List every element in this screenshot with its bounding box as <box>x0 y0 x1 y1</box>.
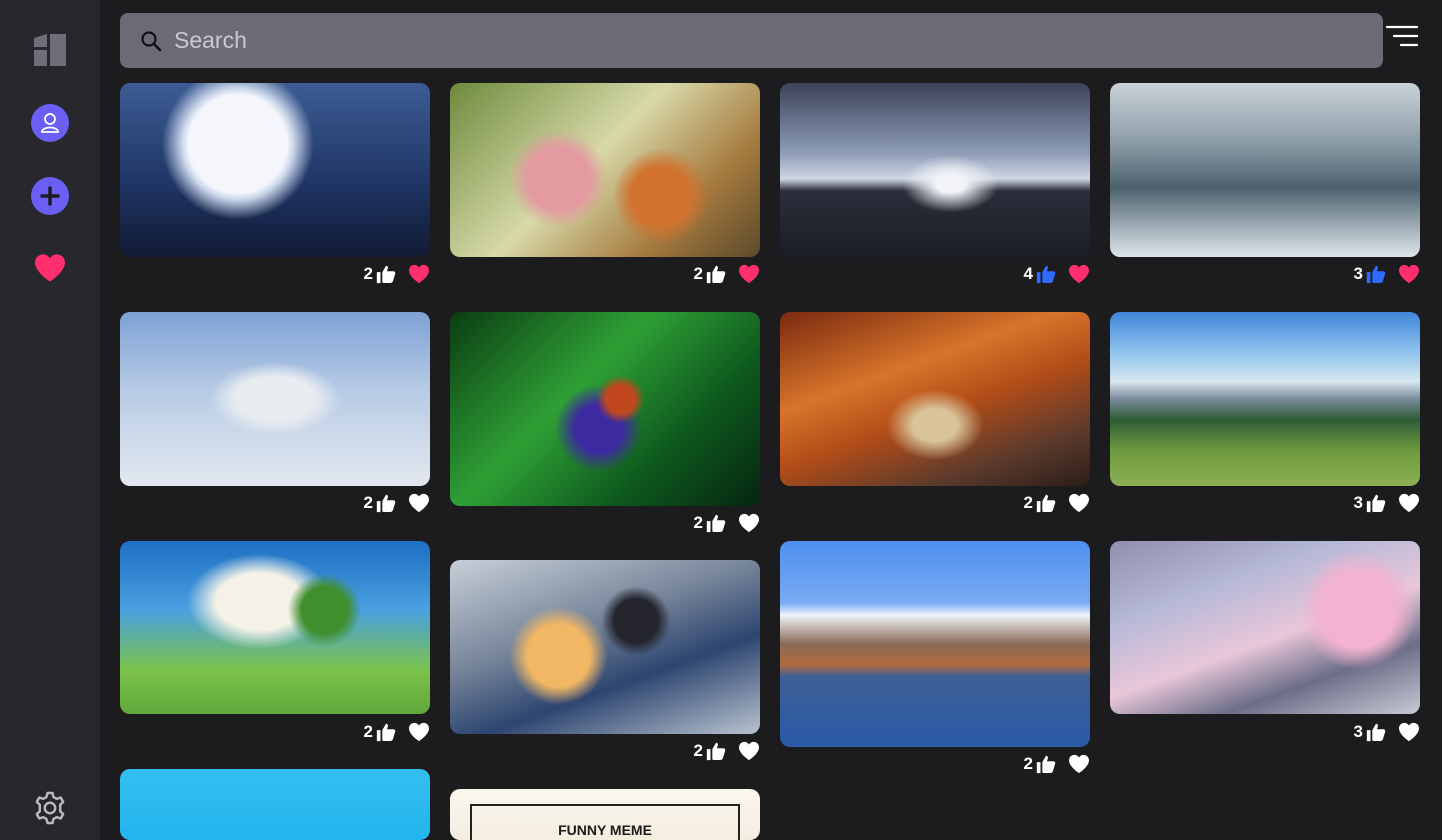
card-actions: 3 <box>1354 491 1420 515</box>
gallery-logo-icon[interactable] <box>31 31 69 69</box>
search-icon <box>140 29 164 53</box>
gallery-card: 3 <box>1110 541 1420 746</box>
like-count: 2 <box>693 513 703 532</box>
gallery-card <box>120 769 430 840</box>
gallery-card: 2 <box>120 83 430 288</box>
heart-icon[interactable] <box>1398 492 1420 514</box>
gallery-image-sketch-boy-sky[interactable] <box>120 312 430 486</box>
thumbs-up-icon[interactable] <box>1365 491 1389 515</box>
card-actions: 2 <box>364 720 430 744</box>
like-count: 4 <box>1023 264 1033 283</box>
thumbs-up-icon[interactable] <box>375 262 399 286</box>
card-actions: 2 <box>1024 491 1090 515</box>
gallery-image-anime-popsicles[interactable] <box>450 83 760 257</box>
card-actions: 2 <box>364 491 430 515</box>
gallery-image-blue-sky[interactable] <box>120 769 430 840</box>
gallery-card: 3 <box>1110 312 1420 517</box>
profile-button[interactable] <box>31 104 69 142</box>
thumbs-up-icon[interactable] <box>705 739 729 763</box>
gallery-image-green-meadow[interactable] <box>120 541 430 714</box>
like-count: 2 <box>363 493 373 512</box>
gallery-image-mountain-village[interactable] <box>1110 312 1420 486</box>
thumbs-up-icon[interactable] <box>1365 720 1389 744</box>
like-count: 2 <box>1023 493 1033 512</box>
gallery-card: 2 <box>450 560 760 765</box>
gallery-image-cherry-crossing[interactable] <box>1110 541 1420 714</box>
heart-icon[interactable] <box>1398 721 1420 743</box>
like-count: 2 <box>363 722 373 741</box>
sidebar <box>0 0 100 840</box>
card-actions: 2 <box>1024 752 1090 776</box>
card-actions: 2 <box>694 262 760 286</box>
card-actions: 4 <box>1024 262 1090 286</box>
plus-icon <box>40 186 60 206</box>
settings-button[interactable] <box>31 789 69 827</box>
thumbs-up-icon[interactable] <box>1035 262 1059 286</box>
thumbs-up-icon[interactable] <box>375 720 399 744</box>
heart-icon[interactable] <box>408 492 430 514</box>
gallery-card: 2 <box>450 83 760 288</box>
thumbs-up-icon[interactable] <box>705 262 729 286</box>
gallery-image-mount-fuji-lake[interactable] <box>780 541 1090 747</box>
like-count: 3 <box>1353 264 1363 283</box>
gallery-image-funny-meme[interactable]: FUNNY MEME <box>450 789 760 840</box>
thumbs-up-icon[interactable] <box>1035 752 1059 776</box>
gallery-image-jungle-bird[interactable] <box>450 312 760 506</box>
filter-menu-icon[interactable] <box>1385 25 1419 47</box>
thumbs-up-icon[interactable] <box>375 491 399 515</box>
gallery-image-autumn-road[interactable] <box>780 312 1090 486</box>
heart-icon[interactable] <box>1068 263 1090 285</box>
gallery-card: 4 <box>780 83 1090 288</box>
app-root: 2 2 4 3 2 2 2 3 2 2 2 3 FUNNY MEME <box>0 0 1442 840</box>
gallery-image-moon-silhouette[interactable] <box>120 83 430 257</box>
like-count: 3 <box>1353 722 1363 741</box>
gallery-card: FUNNY MEME <box>450 789 760 840</box>
heart-icon[interactable] <box>1068 753 1090 775</box>
gallery-card: 2 <box>450 312 760 537</box>
card-actions: 2 <box>694 511 760 535</box>
thumbs-up-icon[interactable] <box>705 511 729 535</box>
heart-icon <box>35 254 65 282</box>
thumbs-up-icon[interactable] <box>1365 262 1389 286</box>
gallery-image-winter-couple[interactable] <box>450 560 760 734</box>
thumbs-up-icon[interactable] <box>1035 491 1059 515</box>
gear-icon <box>35 791 65 825</box>
user-icon <box>41 113 59 133</box>
like-count: 2 <box>693 741 703 760</box>
meme-caption: FUNNY MEME <box>470 804 740 840</box>
gallery-card: 3 <box>1110 83 1420 288</box>
like-count: 2 <box>1023 754 1033 773</box>
favorites-button[interactable] <box>31 249 69 287</box>
heart-icon[interactable] <box>1068 492 1090 514</box>
heart-icon[interactable] <box>738 263 760 285</box>
card-actions: 2 <box>364 262 430 286</box>
gallery-image-palm-sunset[interactable] <box>780 83 1090 257</box>
heart-icon[interactable] <box>1398 263 1420 285</box>
card-actions: 3 <box>1354 262 1420 286</box>
gallery-card: 2 <box>780 541 1090 778</box>
add-button[interactable] <box>31 177 69 215</box>
gallery-card: 2 <box>780 312 1090 517</box>
card-actions: 3 <box>1354 720 1420 744</box>
gallery-card: 2 <box>120 541 430 746</box>
search-input[interactable] <box>174 27 1354 54</box>
heart-icon[interactable] <box>738 740 760 762</box>
heart-icon[interactable] <box>738 512 760 534</box>
like-count: 2 <box>693 264 703 283</box>
like-count: 3 <box>1353 493 1363 512</box>
gallery-image-snowy-gazebo[interactable] <box>1110 83 1420 257</box>
search-bar <box>120 13 1383 68</box>
heart-icon[interactable] <box>408 263 430 285</box>
heart-icon[interactable] <box>408 721 430 743</box>
like-count: 2 <box>363 264 373 283</box>
gallery-card: 2 <box>120 312 430 517</box>
card-actions: 2 <box>694 739 760 763</box>
